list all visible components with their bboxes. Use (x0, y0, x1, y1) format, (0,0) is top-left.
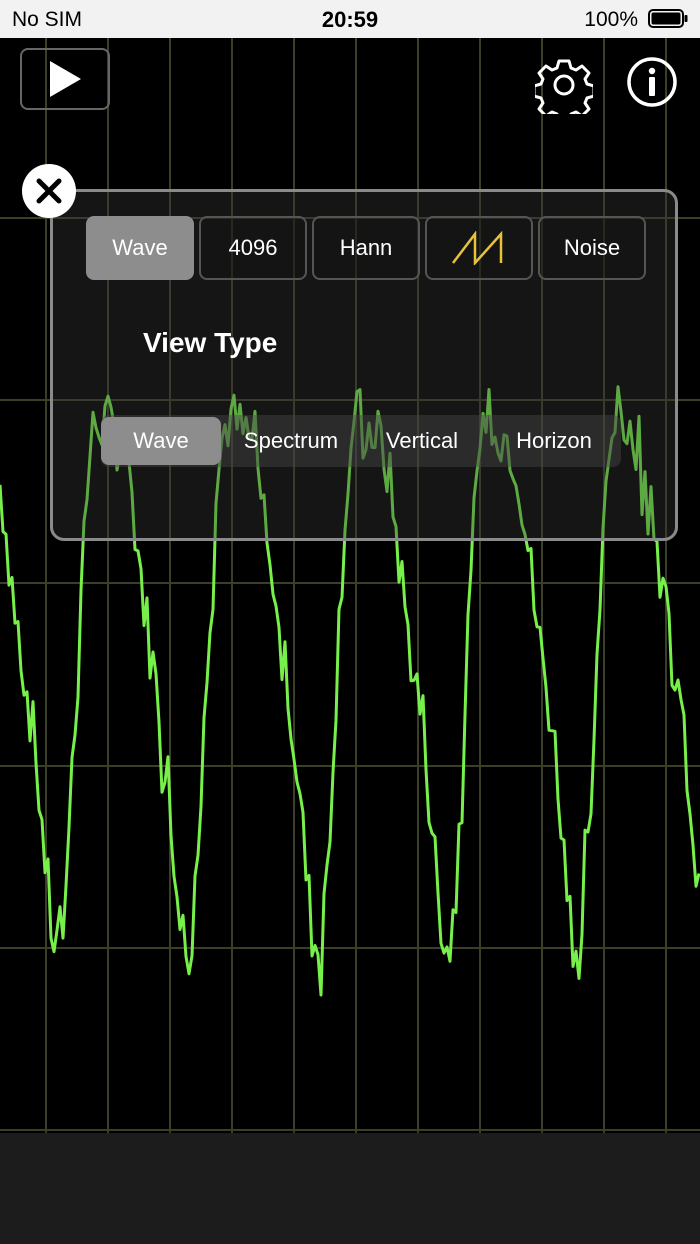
option-wave[interactable]: Wave (86, 216, 194, 280)
view-type-horizon[interactable]: Horizon (494, 417, 614, 465)
view-type-spectrum-label: Spectrum (243, 428, 339, 453)
close-icon (36, 178, 62, 204)
settings-button[interactable] (532, 56, 596, 123)
option-fft-size[interactable]: 4096 (199, 216, 307, 280)
sawtooth-icon (452, 231, 503, 265)
view-type-title: View Type (143, 327, 278, 358)
gear-icon (532, 59, 596, 123)
close-button[interactable] (22, 164, 76, 218)
view-type-wave[interactable]: Wave (101, 417, 221, 465)
option-noise[interactable]: Noise (538, 216, 646, 280)
option-window[interactable]: Hann (312, 216, 420, 280)
option-noise-label: Noise (563, 235, 621, 260)
option-wave-label: Wave (112, 235, 168, 260)
view-type-selector: Wave Spectrum Vertical Horizon (101, 415, 621, 467)
view-type-vertical[interactable]: Vertical (362, 417, 482, 465)
play-button[interactable] (20, 48, 110, 110)
battery-percent: 100% (584, 8, 638, 31)
info-icon (627, 57, 677, 107)
battery-icon (648, 9, 688, 28)
status-bar: No SIM 20:59 100% (0, 0, 700, 38)
view-type-vertical-label: Vertical (385, 428, 459, 453)
view-type-horizon-label: Horizon (516, 428, 592, 453)
option-bar: Wave 4096 Hann Noise (86, 216, 646, 282)
info-button[interactable] (626, 56, 678, 108)
option-fft-size-label: 4096 (228, 235, 278, 260)
bottom-bar (0, 1133, 700, 1244)
option-waveform-type[interactable] (425, 216, 533, 280)
play-icon (50, 61, 81, 97)
option-window-label: Hann (339, 235, 393, 260)
view-type-wave-label: Wave (133, 428, 189, 453)
view-type-spectrum[interactable]: Spectrum (231, 417, 351, 465)
